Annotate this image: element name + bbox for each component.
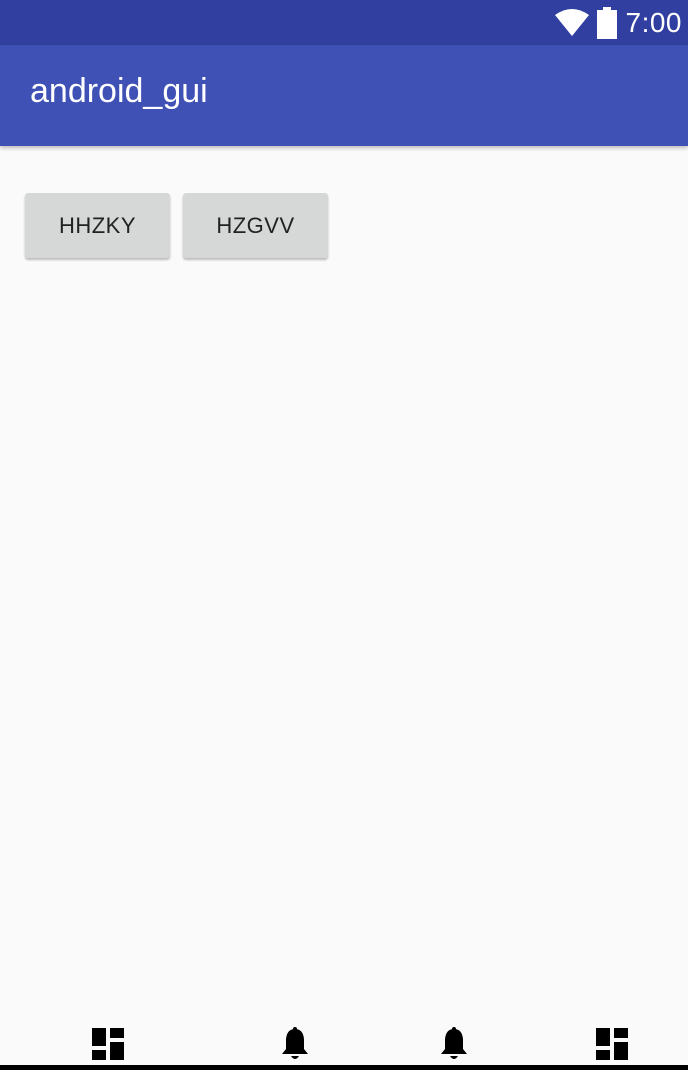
notifications-icon (441, 1027, 467, 1059)
dashboard-icon (92, 1028, 124, 1060)
nav-item-dashboard-2[interactable] (594, 1026, 630, 1062)
wifi-icon (554, 8, 589, 36)
status-icons: 7:00 (554, 0, 683, 45)
battery-icon (596, 6, 617, 39)
main-content: HHZKY HZGVV (0, 146, 688, 1016)
app-screen: 7:00 android_gui HHZKY HZGVV (0, 0, 688, 1070)
clock: 7:00 (625, 6, 682, 38)
hhzky-button[interactable]: HHZKY (25, 193, 170, 258)
app-bar: android_gui (0, 45, 688, 146)
dashboard-icon (596, 1028, 628, 1060)
bottom-navigation (0, 1016, 688, 1070)
notifications-icon (282, 1027, 308, 1059)
app-title: android_gui (30, 72, 208, 110)
status-bar: 7:00 (0, 0, 688, 45)
hzgvv-button[interactable]: HZGVV (183, 193, 328, 258)
nav-item-notifications-1[interactable] (277, 1026, 313, 1062)
nav-item-dashboard-1[interactable] (90, 1026, 126, 1062)
nav-item-notifications-2[interactable] (436, 1026, 472, 1062)
bottom-divider (0, 1065, 688, 1070)
